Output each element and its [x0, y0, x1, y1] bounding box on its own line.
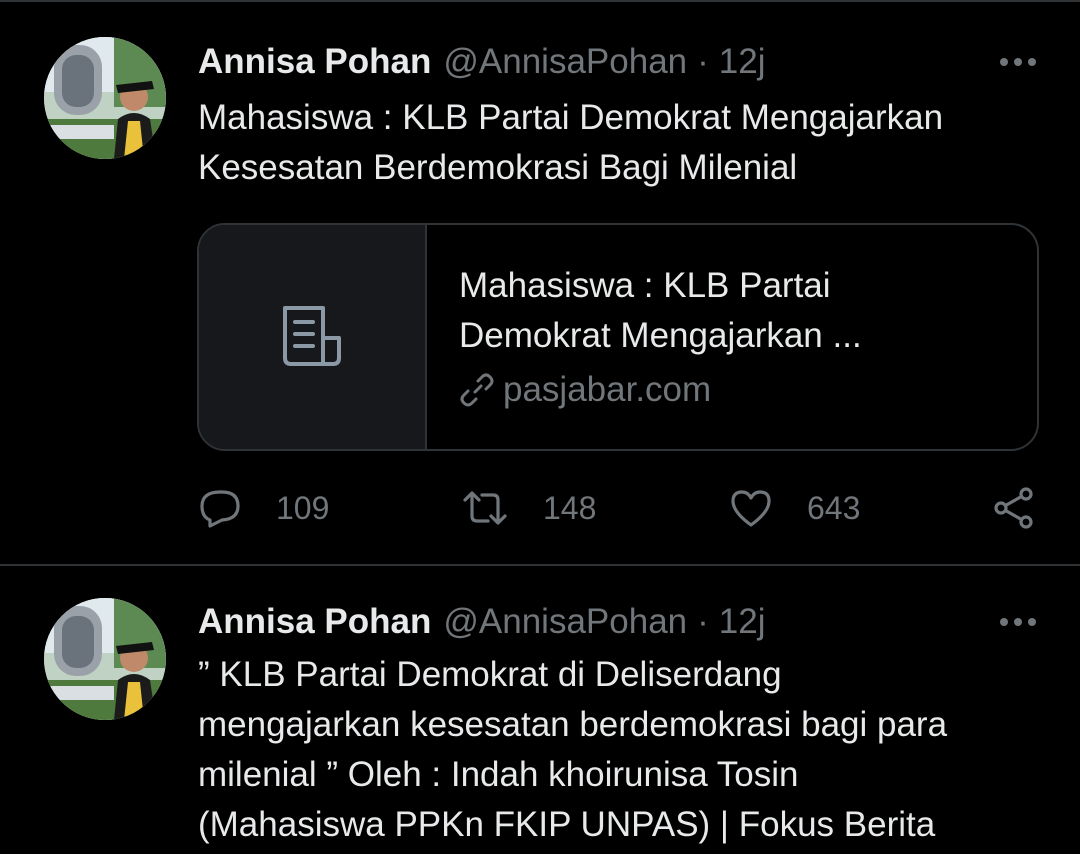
article-icon — [283, 306, 341, 366]
reply-icon — [200, 490, 240, 528]
card-domain: pasjabar.com — [459, 368, 711, 412]
reply-button[interactable]: 109 — [198, 484, 329, 532]
card-domain-text: pasjabar.com — [503, 370, 712, 409]
retweet-icon — [463, 491, 507, 525]
tweet[interactable]: Annisa Pohan @AnnisaPohan · 12j Mahasisw… — [0, 0, 1080, 566]
link-card[interactable]: Mahasiswa : KLB Partai Demokrat Mengajar… — [197, 223, 1039, 451]
more-icon — [1000, 58, 1036, 66]
tweet-text: Mahasiswa : KLB Partai Demokrat Mengajar… — [198, 98, 944, 187]
share-icon — [994, 487, 1033, 529]
heart-icon — [731, 490, 771, 527]
avatar[interactable] — [44, 37, 166, 159]
tweet-header: Annisa Pohan @AnnisaPohan · 12j — [198, 600, 1040, 644]
more-button[interactable] — [996, 600, 1040, 644]
author-handle[interactable]: @AnnisaPohan — [443, 602, 687, 642]
author-handle[interactable]: @AnnisaPohan — [443, 42, 687, 82]
reply-count: 109 — [276, 489, 330, 526]
author-name[interactable]: Annisa Pohan — [198, 602, 431, 642]
avatar-image — [44, 598, 166, 720]
card-body[interactable]: Mahasiswa : KLB Partai Demokrat Mengajar… — [427, 225, 1037, 449]
card-thumbnail — [199, 225, 427, 449]
card-title: Mahasiswa : KLB Partai Demokrat Mengajar… — [459, 266, 862, 355]
more-icon — [1000, 618, 1036, 626]
retweet-button[interactable]: 148 — [461, 484, 596, 532]
timestamp[interactable]: 12j — [719, 602, 766, 642]
author-name[interactable]: Annisa Pohan — [198, 42, 431, 82]
link-icon — [460, 373, 494, 407]
tweet[interactable]: Annisa Pohan @AnnisaPohan · 12j ” KLB Pa… — [0, 566, 1080, 854]
separator: · — [697, 602, 709, 641]
timestamp[interactable]: 12j — [719, 42, 766, 82]
retweet-count: 148 — [543, 489, 597, 526]
avatar-image — [44, 37, 166, 159]
tweet-header: Annisa Pohan @AnnisaPohan · 12j — [198, 40, 1040, 84]
avatar[interactable] — [44, 598, 166, 720]
like-button[interactable]: 643 — [729, 484, 860, 532]
more-button[interactable] — [996, 40, 1040, 84]
like-count: 643 — [807, 489, 861, 526]
tweet-actions: 109 148 643 — [198, 484, 1040, 532]
tweet-text: ” KLB Partai Demokrat di Deliserdang men… — [198, 655, 948, 844]
share-button[interactable] — [992, 484, 1036, 532]
separator: · — [697, 42, 709, 81]
